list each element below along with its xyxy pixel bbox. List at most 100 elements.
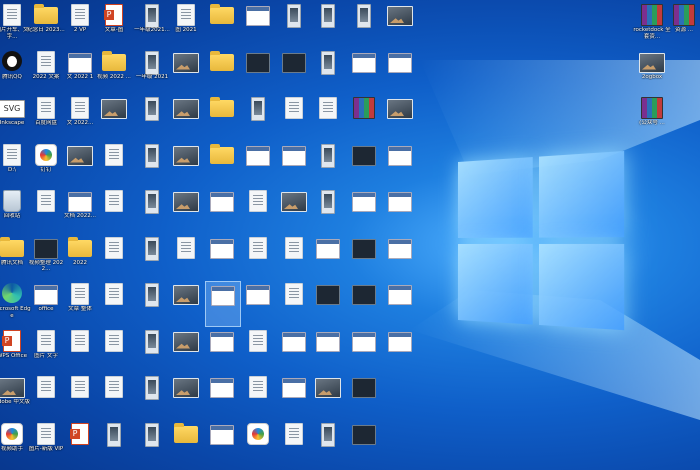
- desktop-icon[interactable]: [347, 328, 381, 372]
- desktop-icon[interactable]: 钉钉: [29, 142, 63, 186]
- desktop-icon[interactable]: [277, 142, 311, 186]
- desktop-icon[interactable]: 图 2021: [169, 2, 203, 46]
- desktop-icon[interactable]: 图片开车、文字...: [0, 2, 29, 46]
- desktop-icon[interactable]: 2022 文案: [29, 49, 63, 93]
- desktop-icon[interactable]: Adobe 中文版: [0, 374, 29, 418]
- desktop-icon[interactable]: [241, 188, 275, 232]
- desktop-icon[interactable]: [97, 281, 131, 325]
- desktop-icon[interactable]: rocketdock 全套资...: [635, 2, 669, 46]
- desktop-icon[interactable]: [311, 374, 345, 418]
- desktop-icon[interactable]: 2 VP: [63, 2, 97, 46]
- desktop-icon[interactable]: 文 2022...: [63, 95, 97, 139]
- desktop-icon[interactable]: 图片 文字: [29, 328, 63, 372]
- desktop-icon[interactable]: [347, 95, 381, 139]
- desktop-icon[interactable]: [383, 142, 417, 186]
- desktop-icon[interactable]: [63, 421, 97, 465]
- desktop-icon[interactable]: [135, 281, 169, 325]
- desktop-icon[interactable]: [311, 281, 345, 325]
- desktop-icon[interactable]: [169, 142, 203, 186]
- desktop-icon[interactable]: [135, 374, 169, 418]
- desktop-icon[interactable]: [277, 281, 311, 325]
- desktop-icon[interactable]: [311, 49, 345, 93]
- desktop-icon[interactable]: [347, 142, 381, 186]
- desktop-icon[interactable]: [63, 374, 97, 418]
- desktop-icon[interactable]: [169, 328, 203, 372]
- desktop-icon[interactable]: 文章 整体: [63, 281, 97, 325]
- desktop-icon[interactable]: [277, 235, 311, 279]
- desktop-icon[interactable]: Microsoft Edge: [0, 281, 29, 325]
- desktop-icon[interactable]: [97, 142, 131, 186]
- desktop-icon[interactable]: [277, 2, 311, 46]
- desktop-icon[interactable]: office: [29, 281, 63, 325]
- desktop-icon[interactable]: [97, 95, 131, 139]
- desktop-icon[interactable]: (公众号 ...: [635, 95, 669, 139]
- desktop-icon[interactable]: [347, 188, 381, 232]
- desktop-icon[interactable]: 2022: [63, 235, 97, 279]
- desktop-icon[interactable]: 百度网盘: [29, 95, 63, 139]
- desktop-icon[interactable]: [241, 142, 275, 186]
- desktop-icon[interactable]: [241, 421, 275, 465]
- desktop-icon[interactable]: [241, 281, 275, 325]
- desktop-icon[interactable]: 文档 2022...: [63, 188, 97, 232]
- desktop-icon[interactable]: [205, 49, 239, 93]
- desktop-icon[interactable]: SVG Inkscape: [0, 95, 29, 139]
- desktop-icon[interactable]: [383, 281, 417, 325]
- desktop-icon[interactable]: [205, 95, 239, 139]
- desktop-icon[interactable]: [63, 142, 97, 186]
- desktop-icon[interactable]: [205, 142, 239, 186]
- desktop-icon[interactable]: [311, 142, 345, 186]
- desktop-icon[interactable]: [169, 235, 203, 279]
- desktop-icon[interactable]: [277, 95, 311, 139]
- desktop-icon[interactable]: [169, 421, 203, 465]
- desktop-icon[interactable]: [97, 374, 131, 418]
- desktop-icon[interactable]: [311, 95, 345, 139]
- desktop-icon[interactable]: [241, 49, 275, 93]
- desktop-icon[interactable]: [347, 2, 381, 46]
- desktop-icon[interactable]: [277, 328, 311, 372]
- desktop-icon[interactable]: [135, 421, 169, 465]
- desktop-icon[interactable]: [135, 188, 169, 232]
- desktop-icon[interactable]: [383, 49, 417, 93]
- desktop-icon[interactable]: [277, 188, 311, 232]
- desktop-icon[interactable]: 2ogbox: [635, 49, 669, 93]
- desktop-icon[interactable]: [205, 421, 239, 465]
- desktop-icon[interactable]: [63, 328, 97, 372]
- desktop-icon[interactable]: [169, 281, 203, 325]
- desktop-icon[interactable]: [135, 95, 169, 139]
- desktop-icon[interactable]: [347, 281, 381, 325]
- desktop-icon[interactable]: [277, 374, 311, 418]
- desktop-icon[interactable]: [97, 235, 131, 279]
- desktop-icon[interactable]: [169, 95, 203, 139]
- desktop-icon[interactable]: 资源 ...: [667, 2, 700, 46]
- desktop-icon[interactable]: [205, 2, 239, 46]
- desktop-icon[interactable]: [347, 235, 381, 279]
- desktop-icon[interactable]: [311, 235, 345, 279]
- desktop-icon[interactable]: [311, 328, 345, 372]
- desktop-icon[interactable]: 一年级2021...: [135, 2, 169, 46]
- desktop-icon[interactable]: [383, 235, 417, 279]
- desktop-icon[interactable]: [29, 188, 63, 232]
- desktop-icon[interactable]: [241, 95, 275, 139]
- desktop-icon[interactable]: [205, 281, 241, 327]
- desktop-icon[interactable]: [347, 49, 381, 93]
- desktop-icon[interactable]: 文章-图: [97, 2, 131, 46]
- desktop-icon[interactable]: [241, 235, 275, 279]
- desktop-icon[interactable]: [135, 235, 169, 279]
- desktop-icon[interactable]: [241, 374, 275, 418]
- desktop-icon[interactable]: [383, 95, 417, 139]
- desktop-icon[interactable]: [135, 328, 169, 372]
- desktop-icon[interactable]: [347, 421, 381, 465]
- desktop-icon[interactable]: [311, 2, 345, 46]
- desktop-icon[interactable]: [241, 2, 275, 46]
- desktop-icon[interactable]: 纪念日 2023...: [29, 2, 63, 46]
- desktop-icon[interactable]: [383, 2, 417, 46]
- desktop-icon[interactable]: [97, 188, 131, 232]
- desktop-icon[interactable]: 视频助手: [0, 421, 29, 465]
- desktop-icon[interactable]: 腾讯QQ: [0, 49, 29, 93]
- desktop-icon[interactable]: [97, 328, 131, 372]
- desktop-icon[interactable]: [135, 142, 169, 186]
- desktop-icon[interactable]: [169, 49, 203, 93]
- desktop-icon[interactable]: [205, 188, 239, 232]
- desktop-icon[interactable]: WPS Office: [0, 328, 29, 372]
- desktop-icon[interactable]: [29, 374, 63, 418]
